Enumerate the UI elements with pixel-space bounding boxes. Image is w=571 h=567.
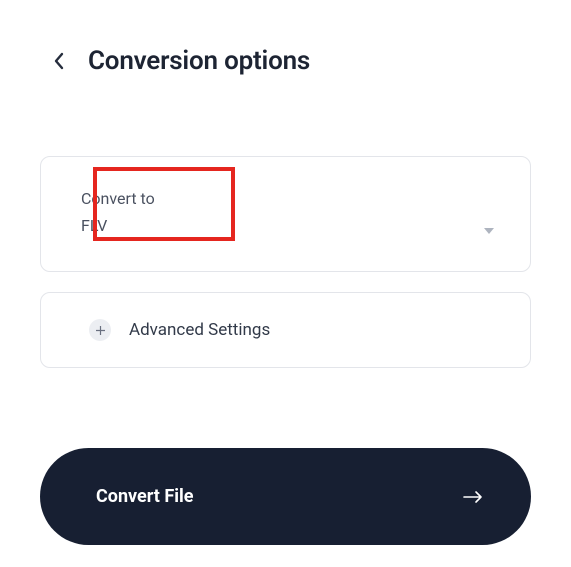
chevron-down-icon[interactable]	[484, 219, 494, 227]
advanced-settings-toggle[interactable]: Advanced Settings	[40, 292, 531, 368]
advanced-settings-label: Advanced Settings	[129, 320, 270, 340]
convert-file-button[interactable]: Convert File	[40, 448, 531, 545]
convert-to-label: Convert to	[81, 189, 490, 208]
arrow-right-icon	[463, 490, 483, 504]
convert-to-selector[interactable]: Convert to FLV	[40, 156, 531, 272]
convert-file-label: Convert File	[96, 486, 193, 507]
page-title: Conversion options	[88, 46, 310, 76]
convert-to-value: FLV	[81, 216, 490, 235]
plus-icon	[89, 319, 111, 341]
back-icon[interactable]	[52, 51, 66, 71]
